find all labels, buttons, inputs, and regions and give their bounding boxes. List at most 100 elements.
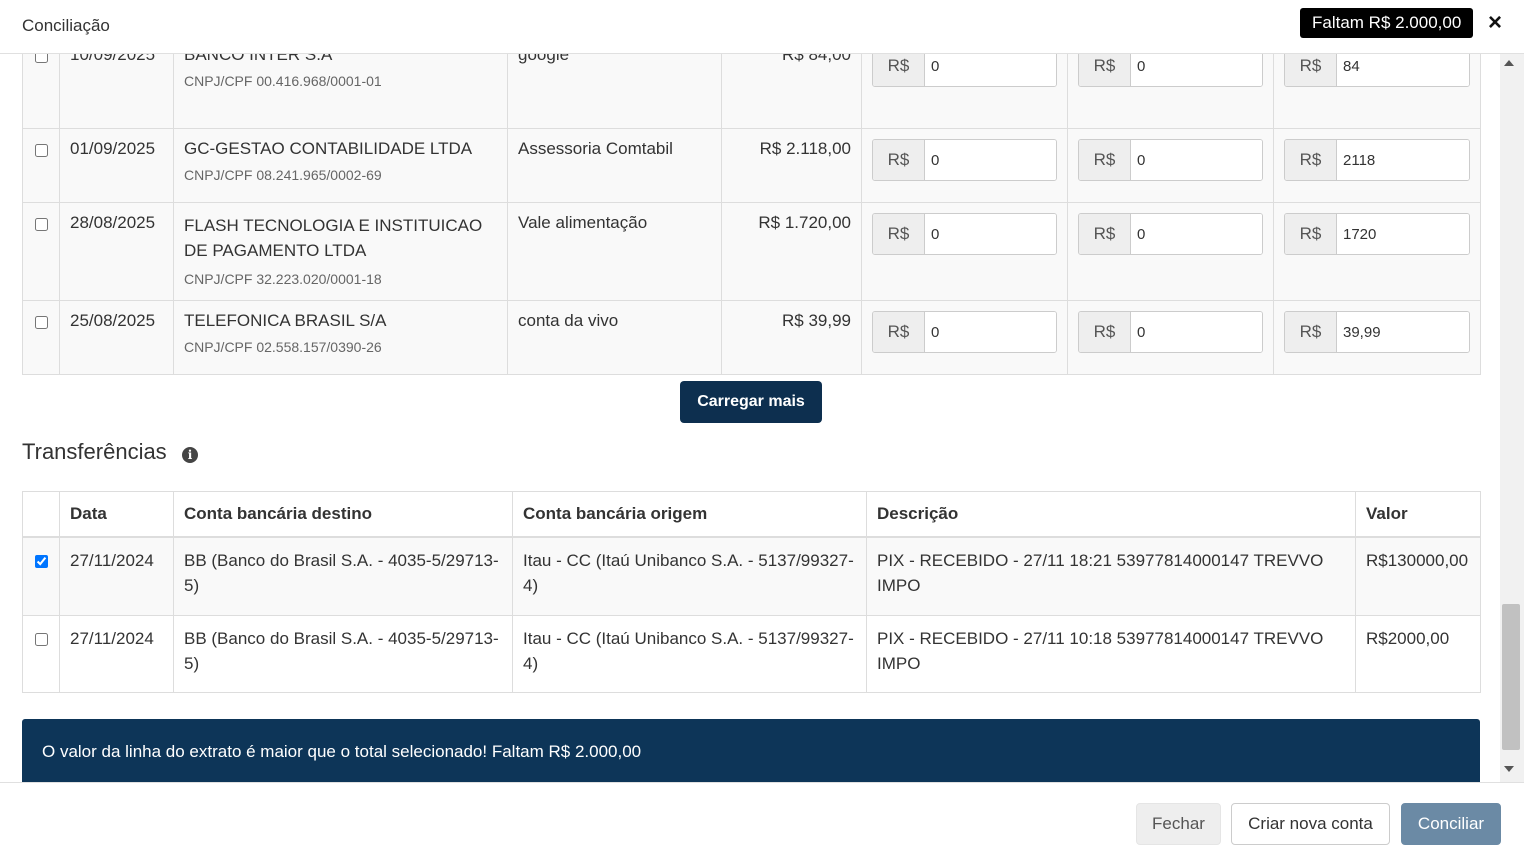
- currency-addon: R$: [1079, 140, 1131, 180]
- close-icon[interactable]: ×: [1485, 10, 1505, 36]
- scrollbar-thumb[interactable]: [1502, 604, 1520, 750]
- value-input-group: R$: [1284, 139, 1470, 181]
- row-checkbox[interactable]: [34, 54, 48, 63]
- value-input[interactable]: [925, 214, 1056, 254]
- currency-addon: R$: [1079, 312, 1131, 352]
- load-more-button[interactable]: Carregar mais: [680, 381, 822, 423]
- column-header-value[interactable]: Valor: [1355, 491, 1481, 538]
- statement-row: 10/09/2025 BANCO INTER S.A CNPJ/CPF 00.41…: [22, 54, 1481, 129]
- currency-addon: R$: [873, 312, 925, 352]
- value-input-group: R$: [1284, 54, 1470, 87]
- value-input[interactable]: [1337, 214, 1469, 254]
- value-input-group: R$: [1284, 213, 1470, 255]
- currency-addon: R$: [1285, 214, 1337, 254]
- value-input[interactable]: [1131, 312, 1262, 352]
- row-description: conta da vivo: [507, 300, 722, 375]
- value-input[interactable]: [1131, 54, 1262, 86]
- modal-footer: Fechar Criar nova conta Conciliar: [0, 782, 1524, 854]
- transfer-value: R$2000,00: [1355, 614, 1481, 693]
- currency-addon: R$: [1079, 214, 1131, 254]
- currency-addon: R$: [1285, 54, 1337, 86]
- row-party-doc: CNPJ/CPF 02.558.157/0390-26: [184, 339, 382, 355]
- value-input-group: R$: [872, 213, 1057, 255]
- value-input-group: R$: [872, 139, 1057, 181]
- currency-addon: R$: [1079, 54, 1131, 86]
- currency-addon: R$: [873, 54, 925, 86]
- alert-banner: O valor da linha do extrato é maior que …: [22, 719, 1480, 782]
- reconcile-button[interactable]: Conciliar: [1401, 803, 1501, 845]
- row-party-name: TELEFONICA BRASIL S/A: [184, 311, 387, 330]
- row-amount: R$ 2.118,00: [721, 128, 862, 203]
- row-date: 28/08/2025: [59, 202, 174, 301]
- transfer-description: PIX - RECEBIDO - 27/11 10:18 53977814000…: [866, 614, 1356, 693]
- row-amount: R$ 39,99: [721, 300, 862, 375]
- scroll-down-arrow-icon[interactable]: [1504, 766, 1514, 772]
- column-header-date[interactable]: Data: [59, 491, 174, 538]
- modal-title: Conciliação: [22, 16, 110, 35]
- value-input[interactable]: [1131, 214, 1262, 254]
- value-input[interactable]: [925, 312, 1056, 352]
- row-checkbox[interactable]: [34, 316, 48, 329]
- statement-row: 28/08/2025 FLASH TECNOLOGIA E INSTITUICA…: [22, 202, 1481, 301]
- row-description: google: [507, 54, 722, 129]
- column-header-description[interactable]: Descrição: [866, 491, 1356, 538]
- value-input[interactable]: [1337, 140, 1469, 180]
- transfers-header-row: Data Conta bancária destino Conta bancár…: [22, 491, 1481, 538]
- modal-header: Conciliação Faltam R$ 2.000,00 ×: [0, 0, 1524, 54]
- remaining-amount-badge: Faltam R$ 2.000,00: [1300, 8, 1474, 38]
- value-input[interactable]: [1131, 140, 1262, 180]
- transfer-date: 27/11/2024: [59, 614, 174, 693]
- row-checkbox[interactable]: [34, 144, 48, 157]
- create-account-button[interactable]: Criar nova conta: [1231, 803, 1390, 845]
- statement-row: 25/08/2025 TELEFONICA BRASIL S/A CNPJ/CPF…: [22, 300, 1481, 375]
- currency-addon: R$: [1285, 140, 1337, 180]
- transfer-checkbox[interactable]: [34, 632, 48, 646]
- row-amount: R$ 1.720,00: [721, 202, 862, 301]
- row-description: Vale alimentação: [507, 202, 722, 301]
- row-description: Assessoria Comtabil: [507, 128, 722, 203]
- close-button[interactable]: Fechar: [1136, 803, 1221, 845]
- value-input-group: R$: [1078, 213, 1263, 255]
- transfer-checkbox[interactable]: [34, 555, 48, 568]
- value-input-group: R$: [1078, 54, 1263, 87]
- row-party-doc: CNPJ/CPF 00.416.968/0001-01: [184, 73, 382, 89]
- row-date: 01/09/2025: [59, 128, 174, 203]
- value-input-group: R$: [872, 54, 1057, 87]
- row-checkbox[interactable]: [34, 218, 48, 231]
- value-input[interactable]: [925, 140, 1056, 180]
- row-party-doc: CNPJ/CPF 32.223.020/0001-18: [184, 271, 382, 287]
- modal-body: 10/09/2025 BANCO INTER S.A CNPJ/CPF 00.41…: [0, 54, 1500, 782]
- row-amount: R$ 84,00: [721, 54, 862, 129]
- value-input-group: R$: [1078, 311, 1263, 353]
- currency-addon: R$: [873, 214, 925, 254]
- value-input[interactable]: [925, 54, 1056, 86]
- vertical-scrollbar[interactable]: [1500, 54, 1524, 782]
- transfers-table: Data Conta bancária destino Conta bancár…: [22, 491, 1481, 693]
- value-input-group: R$: [872, 311, 1057, 353]
- transfer-row: 27/11/2024 BB (Banco do Brasil S.A. - 40…: [22, 614, 1481, 693]
- transfer-date: 27/11/2024: [59, 536, 174, 616]
- column-header-dest-account[interactable]: Conta bancária destino: [173, 491, 513, 538]
- transfer-description: PIX - RECEBIDO - 27/11 18:21 53977814000…: [866, 536, 1356, 616]
- column-header-origin-account[interactable]: Conta bancária origem: [512, 491, 867, 538]
- transfer-value: R$130000,00: [1355, 536, 1481, 616]
- row-party-name: BANCO INTER S.A: [184, 54, 333, 64]
- statement-row: 01/09/2025 GC-GESTAO CONTABILIDADE LTDA C…: [22, 128, 1481, 203]
- row-party-doc: CNPJ/CPF 08.241.965/0002-69: [184, 167, 382, 183]
- row-date: 10/09/2025: [59, 54, 174, 129]
- transfer-row: 27/11/2024 BB (Banco do Brasil S.A. - 40…: [22, 536, 1481, 616]
- currency-addon: R$: [1285, 312, 1337, 352]
- row-party-name: FLASH TECNOLOGIA E INSTITUICAO DE PAGAME…: [184, 216, 483, 260]
- value-input[interactable]: [1337, 312, 1469, 352]
- statement-table: 10/09/2025 BANCO INTER S.A CNPJ/CPF 00.41…: [22, 54, 1481, 375]
- row-date: 25/08/2025: [59, 300, 174, 375]
- transfer-origin-account: Itau - CC (Itaú Unibanco S.A. - 5137/993…: [512, 536, 867, 616]
- info-icon[interactable]: i: [182, 447, 198, 463]
- currency-addon: R$: [873, 140, 925, 180]
- transfer-dest-account: BB (Banco do Brasil S.A. - 4035-5/29713-…: [173, 536, 513, 616]
- row-party-name: GC-GESTAO CONTABILIDADE LTDA: [184, 139, 473, 158]
- value-input[interactable]: [1337, 54, 1469, 86]
- scroll-up-arrow-icon[interactable]: [1504, 60, 1514, 66]
- value-input-group: R$: [1078, 139, 1263, 181]
- transfer-origin-account: Itau - CC (Itaú Unibanco S.A. - 5137/993…: [512, 614, 867, 693]
